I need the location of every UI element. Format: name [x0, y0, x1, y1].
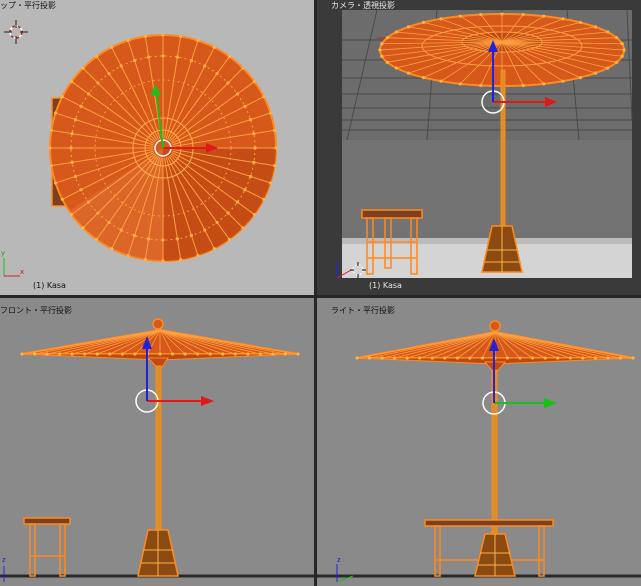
- viewport-separator-vertical[interactable]: [314, 0, 317, 586]
- axis-label-x: x: [20, 268, 25, 276]
- axis-label-z-right: z: [337, 556, 341, 564]
- viewport-right[interactable]: ライト・平行投影 z: [317, 298, 641, 586]
- object-label-camera: (1) Kasa: [369, 281, 402, 290]
- 3d-cursor-icon: [4, 20, 28, 44]
- viewport-top[interactable]: ップ・平行投影 y x (1) Kasa: [0, 0, 314, 295]
- umbrella-canopy-front: [20, 318, 300, 371]
- top-view-canvas: [3, 20, 278, 277]
- front-view-canvas: [0, 318, 314, 582]
- axis-label-z-front: z: [2, 556, 6, 564]
- object-label-top: (1) Kasa: [33, 281, 66, 290]
- camera-view-canvas: [336, 9, 633, 279]
- axis-label-y: y: [1, 249, 6, 257]
- viewport-camera[interactable]: カメラ・透視投影 (1) Kasa: [317, 0, 641, 295]
- right-view-canvas: [317, 320, 641, 583]
- side-table-front: [23, 517, 71, 577]
- umbrella-base-front: [137, 529, 179, 577]
- viewport-front[interactable]: フロント・平行投影 z: [0, 298, 314, 586]
- umbrella-base-right: [474, 533, 516, 577]
- viewport-separator-horizontal[interactable]: [0, 295, 641, 298]
